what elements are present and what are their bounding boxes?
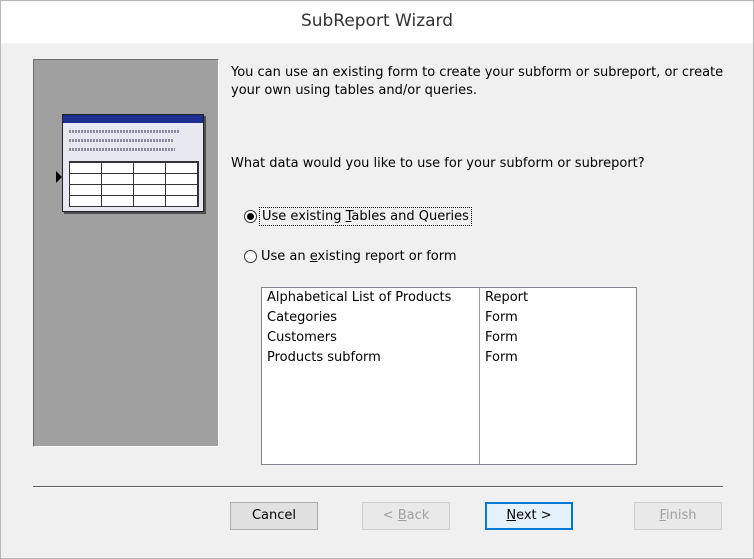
next-button[interactable]: Next > <box>485 502 573 530</box>
data-source-question: What data would you like to use for your… <box>231 156 645 171</box>
list-item[interactable]: Products subform Form <box>262 348 636 368</box>
subreport-wizard-dialog: SubReport Wizard You can use an existing… <box>0 0 754 559</box>
item-name: Products subform <box>267 350 381 365</box>
item-type: Form <box>485 350 518 365</box>
footer-separator <box>33 486 723 488</box>
radio-use-tables-queries[interactable]: Use existing Tables and Queries <box>244 205 472 227</box>
forms-reports-list[interactable]: Alphabetical List of Products Report Cat… <box>261 287 637 465</box>
list-item[interactable]: Alphabetical List of Products Report <box>262 288 636 308</box>
item-type: Report <box>485 290 529 305</box>
item-name: Alphabetical List of Products <box>267 290 452 305</box>
item-type: Form <box>485 330 518 345</box>
radio-selected-icon[interactable] <box>244 209 257 223</box>
title-bar: SubReport Wizard <box>1 1 753 43</box>
wizard-illustration <box>33 59 219 447</box>
cancel-button[interactable]: Cancel <box>230 502 318 530</box>
radio-label-tables-queries[interactable]: Use existing Tables and Queries <box>259 206 472 226</box>
report-preview-icon <box>62 114 204 212</box>
item-name: Categories <box>267 310 338 325</box>
item-name: Customers <box>267 330 337 345</box>
back-button[interactable]: < Back <box>362 502 450 530</box>
radio-unselected-icon[interactable] <box>244 249 257 263</box>
list-item[interactable]: Customers Form <box>262 328 636 348</box>
list-item[interactable]: Categories Form <box>262 308 636 328</box>
item-type: Form <box>485 310 518 325</box>
finish-button[interactable]: Finish <box>634 502 722 530</box>
wizard-body: You can use an existing form to create y… <box>1 43 753 558</box>
radio-label-existing-report-form[interactable]: Use an existing report or form <box>259 248 459 265</box>
intro-text: You can use an existing form to create y… <box>231 65 724 98</box>
radio-use-existing-report-form[interactable]: Use an existing report or form <box>244 245 459 267</box>
window-title: SubReport Wizard <box>300 11 454 31</box>
